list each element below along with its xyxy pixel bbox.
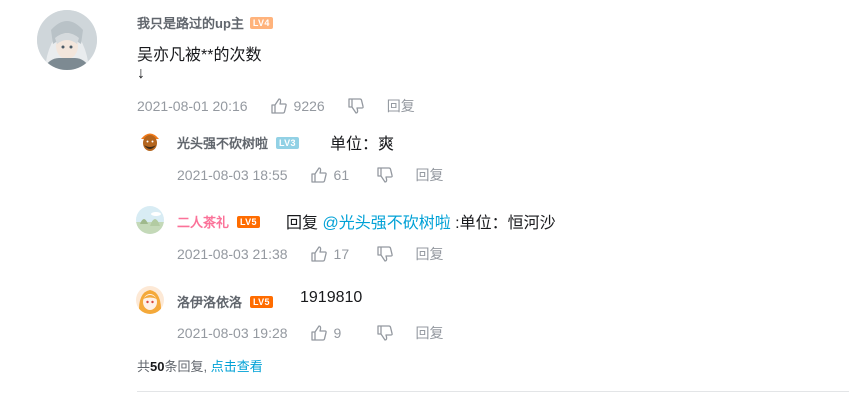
level-badge: LV4 [249,16,273,29]
thumbs-down-icon[interactable] [347,97,365,115]
username[interactable]: 我只是路过的up主 [137,13,244,32]
timestamp: 2021-08-03 18:55 [177,167,288,183]
thumbs-down-icon[interactable] [376,166,394,184]
avatar[interactable] [136,286,164,314]
reply-button[interactable]: 回复 [416,244,444,264]
footer-suffix: 条回复, [164,359,208,374]
reply-header: 洛伊洛依洛 LV5 [177,292,273,311]
reply-body: :单位：恒河沙 [450,215,556,232]
reply-header: 二人茶礼 LV5 [177,212,260,231]
avatar-image [37,10,97,70]
reply-text: 回复 @光头强不砍树啦 :单位：恒河沙 [286,209,556,233]
avatar-image [136,206,164,234]
avatar[interactable] [136,206,164,234]
thumbs-up-icon[interactable] [310,166,328,184]
level-badge: LV3 [276,136,299,149]
timestamp: 2021-08-03 19:28 [177,325,288,341]
reply-count-footer: 共50条回复, 点击查看 [137,356,263,375]
username[interactable]: 洛伊洛依洛 [177,292,242,311]
avatar[interactable] [136,127,164,155]
thumbs-down-icon[interactable] [376,245,394,263]
reply-button[interactable]: 回复 [416,165,444,185]
reply-text: 单位：爽 [330,136,395,153]
level-badge: LV5 [250,295,273,308]
reply-button[interactable]: 回复 [416,323,444,343]
reply-prefix: 回复 [286,215,323,232]
comment-meta: 2021-08-01 20:16 9226 回复 [137,96,415,116]
like-count: 61 [333,167,350,183]
thumbs-up-icon[interactable] [270,97,288,115]
comment-header: 我只是路过的up主 LV4 [137,13,273,32]
comment-text: 吴亦凡被**的次数 [137,47,262,64]
reply-button[interactable]: 回复 [387,96,415,116]
divider [137,391,849,392]
reply-text: 1919810 [300,289,363,306]
username[interactable]: 光头强不砍树啦 [177,133,268,152]
like-count: 9226 [293,98,325,114]
reply-meta: 2021-08-03 19:28 9 回复 [177,323,444,343]
like-count: 17 [333,246,350,262]
timestamp: 2021-08-03 21:38 [177,246,288,262]
reply-meta: 2021-08-03 18:55 61 回复 [177,165,444,185]
thumbs-up-icon[interactable] [310,245,328,263]
level-badge: LV5 [237,215,260,228]
view-all-replies-link[interactable]: 点击查看 [211,359,263,374]
mention-link[interactable]: @光头强不砍树啦 [322,215,450,232]
avatar-image [136,286,164,314]
avatar[interactable] [37,10,97,70]
reply-header: 光头强不砍树啦 LV3 [177,133,299,152]
username[interactable]: 二人茶礼 [177,212,229,231]
thumbs-down-icon[interactable] [376,324,394,342]
timestamp: 2021-08-01 20:16 [137,98,248,114]
reply-meta: 2021-08-03 21:38 17 回复 [177,244,444,264]
reply-count: 50 [150,359,165,374]
footer-prefix: 共 [137,359,151,374]
avatar-image [136,127,164,155]
comment-text-arrow: ↓ [137,65,145,82]
thumbs-up-icon[interactable] [310,324,328,342]
like-count: 9 [333,325,342,341]
